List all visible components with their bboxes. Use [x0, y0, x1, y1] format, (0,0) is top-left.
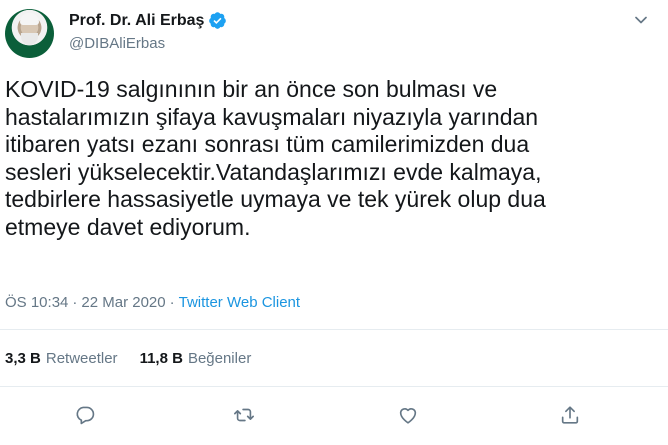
retweets-count[interactable]: 3,3 B — [5, 350, 41, 367]
meta-separator: · — [169, 294, 175, 311]
meta-separator: · — [72, 294, 78, 311]
heart-icon — [399, 408, 417, 424]
tweet-stats: 3,3 B Retweetler 11,8 B Beğeniler — [5, 350, 251, 367]
reply-icon — [76, 406, 95, 425]
verified-badge-icon — [209, 12, 227, 29]
avatar-beard — [21, 33, 38, 45]
author-handle[interactable]: @DIBAliErbas — [69, 35, 165, 52]
tweet-date[interactable]: 22 Mar 2020 — [81, 294, 165, 311]
retweet-icon — [234, 408, 254, 422]
divider — [0, 386, 668, 387]
tweet-time[interactable]: ÖS 10:34 — [5, 294, 68, 311]
more-options-button[interactable] — [631, 10, 651, 30]
author-display-name[interactable]: Prof. Dr. Ali Erbaş — [69, 12, 204, 30]
tweet-client-link[interactable]: Twitter Web Client — [179, 294, 300, 311]
tweet: Prof. Dr. Ali Erbaş @DIBAliErbas KOVID-1… — [0, 0, 668, 445]
tweet-text: KOVID-19 salgınının bir an önce son bulm… — [5, 76, 546, 240]
avatar-cap — [20, 13, 39, 25]
reply-button[interactable] — [70, 400, 100, 430]
tweet-meta: ÖS 10:34 · 22 Mar 2020 · Twitter Web Cli… — [5, 294, 300, 311]
chevron-down-icon — [635, 16, 647, 24]
likes-count[interactable]: 11,8 B — [140, 350, 183, 367]
tweet-actions — [0, 400, 668, 430]
likes-label[interactable]: Beğeniler — [188, 350, 251, 367]
retweet-button[interactable] — [229, 400, 259, 430]
retweets-label[interactable]: Retweetler — [46, 350, 118, 367]
share-button[interactable] — [555, 400, 585, 430]
like-button[interactable] — [393, 400, 423, 430]
author-name-row[interactable]: Prof. Dr. Ali Erbaş — [69, 11, 227, 30]
divider — [0, 329, 668, 330]
share-icon — [561, 406, 579, 424]
avatar[interactable] — [5, 9, 54, 58]
